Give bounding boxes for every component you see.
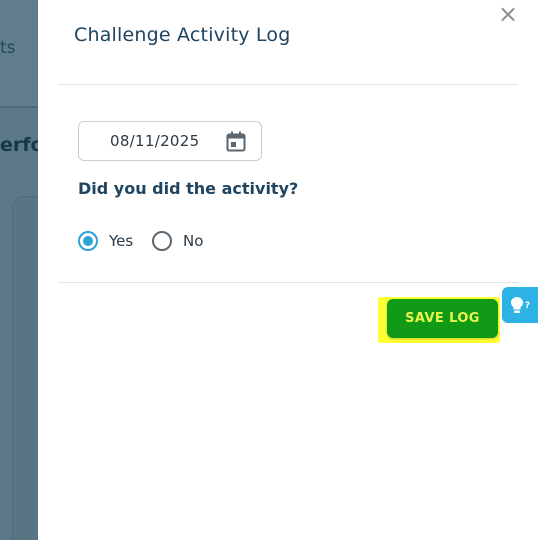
- radio-no[interactable]: No: [152, 231, 203, 251]
- challenge-activity-log-panel: × Challenge Activity Log 08/11/2025 Did …: [38, 0, 538, 540]
- help-tab[interactable]: ?: [502, 287, 538, 323]
- radio-yes[interactable]: Yes: [78, 231, 133, 251]
- calendar-icon[interactable]: [226, 131, 246, 152]
- panel-title: Challenge Activity Log: [74, 24, 291, 46]
- activity-question: Did you did the activity?: [78, 179, 299, 198]
- save-log-button[interactable]: SAVE LOG: [387, 299, 498, 338]
- radio-yes-label: Yes: [109, 232, 134, 250]
- header-divider: [58, 84, 518, 85]
- background-tab-label: ts: [0, 38, 16, 58]
- radio-no-indicator[interactable]: [152, 231, 172, 251]
- help-question-mark: ?: [524, 301, 531, 311]
- footer-divider: [58, 282, 518, 283]
- date-value: 08/11/2025: [110, 132, 200, 150]
- date-input[interactable]: 08/11/2025: [78, 121, 262, 161]
- lightbulb-icon: [510, 297, 523, 313]
- radio-no-label: No: [183, 232, 204, 250]
- close-icon[interactable]: ×: [497, 2, 519, 26]
- radio-yes-indicator[interactable]: [78, 231, 98, 251]
